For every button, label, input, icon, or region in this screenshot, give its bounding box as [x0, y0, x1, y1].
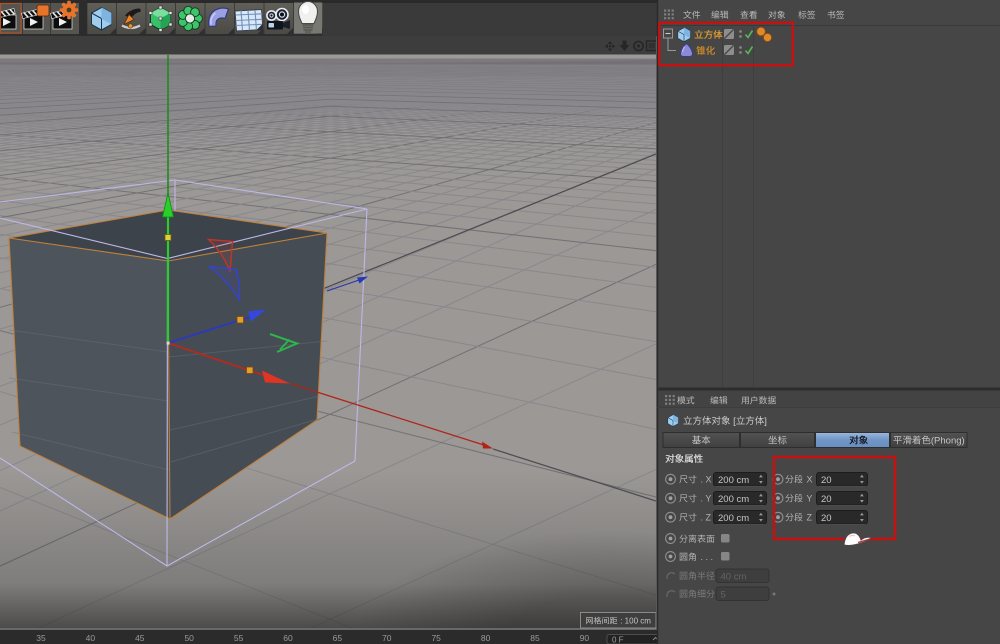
svg-text:. X: . X [698, 475, 712, 485]
svg-text:55: 55 [234, 633, 244, 643]
svg-text:35: 35 [36, 633, 46, 643]
svg-text:X: X [804, 475, 813, 485]
svg-text:5: 5 [721, 589, 726, 600]
svg-text:200 cm: 200 cm [718, 475, 749, 486]
svg-text:(Phong): (Phong) [931, 436, 965, 447]
svg-text:200 cm: 200 cm [718, 513, 749, 524]
svg-text:20: 20 [821, 513, 832, 524]
svg-text:60: 60 [283, 633, 293, 643]
svg-text:80: 80 [481, 633, 491, 643]
svg-text:45: 45 [135, 633, 145, 643]
svg-text:20: 20 [821, 475, 832, 486]
svg-text:]: ] [764, 416, 767, 427]
svg-text:75: 75 [431, 633, 441, 643]
svg-text:90: 90 [580, 633, 590, 643]
svg-text:0 F: 0 F [612, 636, 624, 644]
svg-text:50: 50 [184, 633, 194, 643]
svg-text:[: [ [731, 416, 737, 427]
svg-text:. . .: . . . [698, 552, 713, 562]
svg-text:. Y: . Y [698, 494, 711, 504]
svg-text:40 cm: 40 cm [721, 571, 747, 582]
svg-text:: 100 cm: : 100 cm [618, 617, 651, 626]
svg-text:20: 20 [821, 494, 832, 505]
svg-text:40: 40 [86, 633, 96, 643]
svg-text:. Z: . Z [698, 513, 712, 523]
svg-text:200 cm: 200 cm [718, 494, 749, 505]
svg-text:65: 65 [333, 633, 343, 643]
svg-text:Z: Z [804, 513, 813, 523]
svg-text:70: 70 [382, 633, 392, 643]
svg-text:Y: Y [804, 494, 812, 504]
svg-text:85: 85 [530, 633, 540, 643]
